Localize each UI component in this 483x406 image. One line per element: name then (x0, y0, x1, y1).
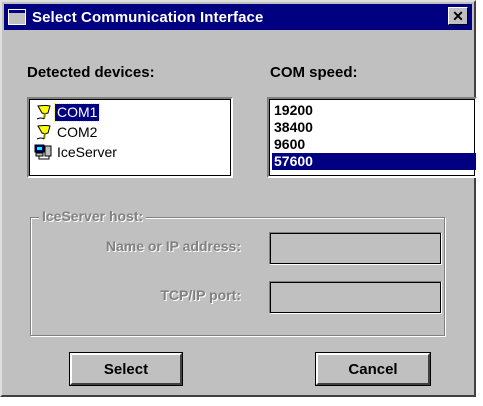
select-button[interactable]: Select (69, 352, 183, 386)
serial-port-icon (33, 123, 55, 141)
device-name: COM1 (53, 102, 101, 122)
com-speed-list[interactable]: 19200 38400 9600 57600 (267, 97, 477, 178)
iceserver-host-group: IceServer host: Name or IP address: TCP/… (30, 208, 445, 336)
list-item[interactable]: COM1 (33, 102, 101, 122)
name-ip-field[interactable] (269, 232, 442, 265)
detected-devices-label: Detected devices: (27, 64, 155, 81)
cancel-button[interactable]: Cancel (315, 352, 431, 386)
close-button[interactable]: ✕ (448, 7, 468, 25)
list-item[interactable]: 19200 (272, 102, 476, 119)
serial-port-icon (33, 103, 55, 121)
name-ip-label: Name or IP address: (105, 238, 241, 254)
device-name: IceServer (57, 143, 117, 160)
window-icon (8, 9, 26, 25)
network-server-icon (33, 143, 55, 161)
tcp-port-label: TCP/IP port: (160, 287, 241, 303)
list-item[interactable]: 9600 (272, 136, 476, 153)
close-icon: ✕ (452, 8, 464, 24)
list-item[interactable]: IceServer (33, 142, 119, 162)
list-item[interactable]: 57600 (272, 153, 476, 170)
title-bar[interactable]: Select Communication Interface ✕ (4, 4, 472, 30)
device-name: COM2 (57, 123, 98, 140)
window-title: Select Communication Interface (32, 8, 264, 26)
group-title: IceServer host: (39, 208, 147, 224)
dialog-window: Select Communication Interface ✕ Detecte… (0, 0, 477, 397)
detected-devices-list[interactable]: COM1 COM2 IceServer (27, 97, 233, 178)
tcp-port-field[interactable] (269, 281, 442, 314)
list-item[interactable]: 38400 (272, 119, 476, 136)
list-item[interactable]: COM2 (33, 122, 99, 142)
com-speed-label: COM speed: (270, 64, 358, 81)
